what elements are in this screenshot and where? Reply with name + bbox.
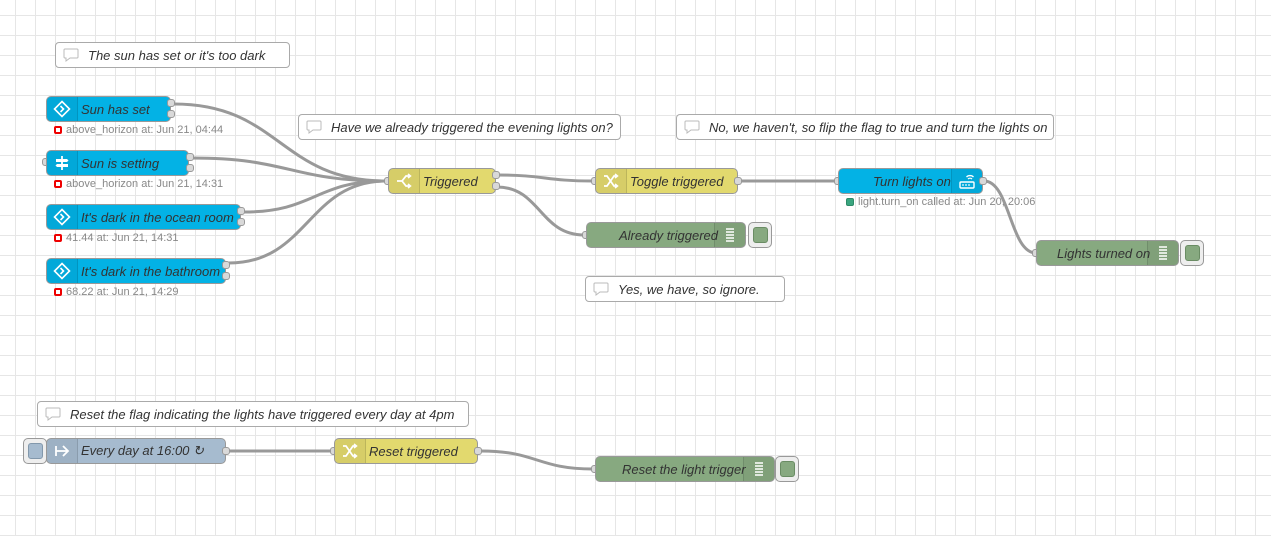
node-label: Turn lights on [873,173,951,189]
comment-yes-ignore[interactable]: Yes, we have, so ignore. [585,276,785,302]
output-port[interactable] [167,99,175,107]
node-label: Sun is setting [81,155,160,171]
node-status: above_horizon at: Jun 21, 04:44 [54,124,223,136]
node-label: It's dark in the bathroom [81,263,221,279]
debug-toggle-button[interactable] [1180,240,1204,266]
ha-state-icon [47,259,78,283]
output-port[interactable] [167,110,175,118]
status-ok-icon [846,198,854,206]
comment-icon [586,277,616,301]
status-text: above_horizon at: Jun 21, 14:31 [66,178,224,190]
inject-trigger-indicator [27,443,43,459]
node-toggle-triggered[interactable]: Toggle triggered [595,168,738,194]
ha-state-icon [47,97,78,121]
output-port[interactable] [734,177,742,185]
comment-label: Reset the flag indicating the lights hav… [70,406,455,422]
status-text: 41.44 at: Jun 21, 14:31 [66,232,179,244]
output-port[interactable] [474,447,482,455]
ha-state-icon [47,205,78,229]
shuffle-icon [335,439,366,463]
comment-icon [38,402,68,426]
output-port[interactable] [237,207,245,215]
status-error-icon [54,288,62,296]
output-port[interactable] [222,272,230,280]
node-label: Lights turned on [1057,245,1151,261]
node-label: Reset the light trigger [622,461,746,477]
node-lights-turned-on[interactable]: Lights turned on [1036,240,1179,266]
debug-toggle-indicator [1184,245,1200,261]
node-status: 41.44 at: Jun 21, 14:31 [54,232,179,244]
debug-list-icon [743,457,774,481]
node-turn-lights-on[interactable]: Turn lights on [838,168,983,194]
comment-label: Yes, we have, so ignore. [618,281,760,297]
output-port[interactable] [186,164,194,172]
status-text: 68.22 at: Jun 21, 14:29 [66,286,179,298]
node-already-triggered[interactable]: Already triggered [586,222,746,248]
node-dark-bathroom[interactable]: It's dark in the bathroom [46,258,226,284]
shuffle-icon [596,169,627,193]
comment-already-triggered[interactable]: Have we already triggered the evening li… [298,114,621,140]
output-port[interactable] [186,153,194,161]
node-label: Already triggered [619,227,718,243]
flow-canvas[interactable]: The sun has set or it's too dark Sun has… [0,0,1271,536]
node-dark-ocean-room[interactable]: It's dark in the ocean room [46,204,241,230]
inject-arrow-icon [47,439,78,463]
debug-toggle-indicator [752,227,768,243]
status-text: light.turn_on called at: Jun 20, 20:06 [858,196,1036,208]
wire-triggered-to-toggle[interactable] [496,173,594,183]
debug-toggle-button[interactable] [748,222,772,248]
inject-trigger-button[interactable] [23,438,47,464]
node-label: It's dark in the ocean room [81,209,234,225]
output-port[interactable] [492,182,500,190]
wire-turn-lights-to-lights-turned[interactable] [983,179,1037,255]
node-label: Sun has set [81,101,150,117]
output-port[interactable] [222,261,230,269]
comment-icon [299,115,329,139]
status-error-icon [54,234,62,242]
ha-service-icon [951,169,982,193]
status-error-icon [54,126,62,134]
status-text: above_horizon at: Jun 21, 04:44 [66,124,224,136]
node-status: light.turn_on called at: Jun 20, 20:06 [846,196,1035,208]
node-label: Toggle triggered [630,173,724,189]
switch-icon [389,169,420,193]
node-label: Every day at 16:00 ↻ [81,443,204,458]
comment-label: The sun has set or it's too dark [88,47,266,63]
debug-list-icon [714,223,745,247]
output-port[interactable] [222,447,230,455]
output-port[interactable] [237,218,245,226]
comment-icon [677,115,707,139]
node-triggered[interactable]: Triggered [388,168,496,194]
node-reset-triggered[interactable]: Reset triggered [334,438,478,464]
node-label: Reset triggered [369,443,458,459]
comment-reset-flag[interactable]: Reset the flag indicating the lights hav… [37,401,469,427]
comment-label: No, we haven't, so flip the flag to true… [709,119,1048,135]
node-sun-is-setting[interactable]: Sun is setting [46,150,189,176]
node-status: 68.22 at: Jun 21, 14:29 [54,286,179,298]
node-reset-light-trigger[interactable]: Reset the light trigger [595,456,775,482]
node-label: Triggered [423,173,478,189]
output-port[interactable] [492,171,500,179]
signpost-icon [47,151,78,175]
wire-bathroom-to-triggered[interactable] [228,179,387,265]
node-sun-has-set[interactable]: Sun has set [46,96,171,122]
debug-list-icon [1147,241,1178,265]
wire-reset-to-reset-light[interactable] [480,449,594,471]
comment-icon [56,43,86,67]
debug-toggle-button[interactable] [775,456,799,482]
output-port[interactable] [979,177,987,185]
node-status: above_horizon at: Jun 21, 14:31 [54,178,223,190]
comment-not-triggered[interactable]: No, we haven't, so flip the flag to true… [676,114,1054,140]
status-error-icon [54,180,62,188]
comment-label: Have we already triggered the evening li… [331,119,613,135]
comment-sun-set[interactable]: The sun has set or it's too dark [55,42,290,68]
wire-ocean-room-to-triggered[interactable] [243,179,387,214]
debug-toggle-indicator [779,461,795,477]
wire-triggered-to-already[interactable] [496,185,585,237]
node-every-day[interactable]: Every day at 16:00 ↻ [46,438,226,464]
